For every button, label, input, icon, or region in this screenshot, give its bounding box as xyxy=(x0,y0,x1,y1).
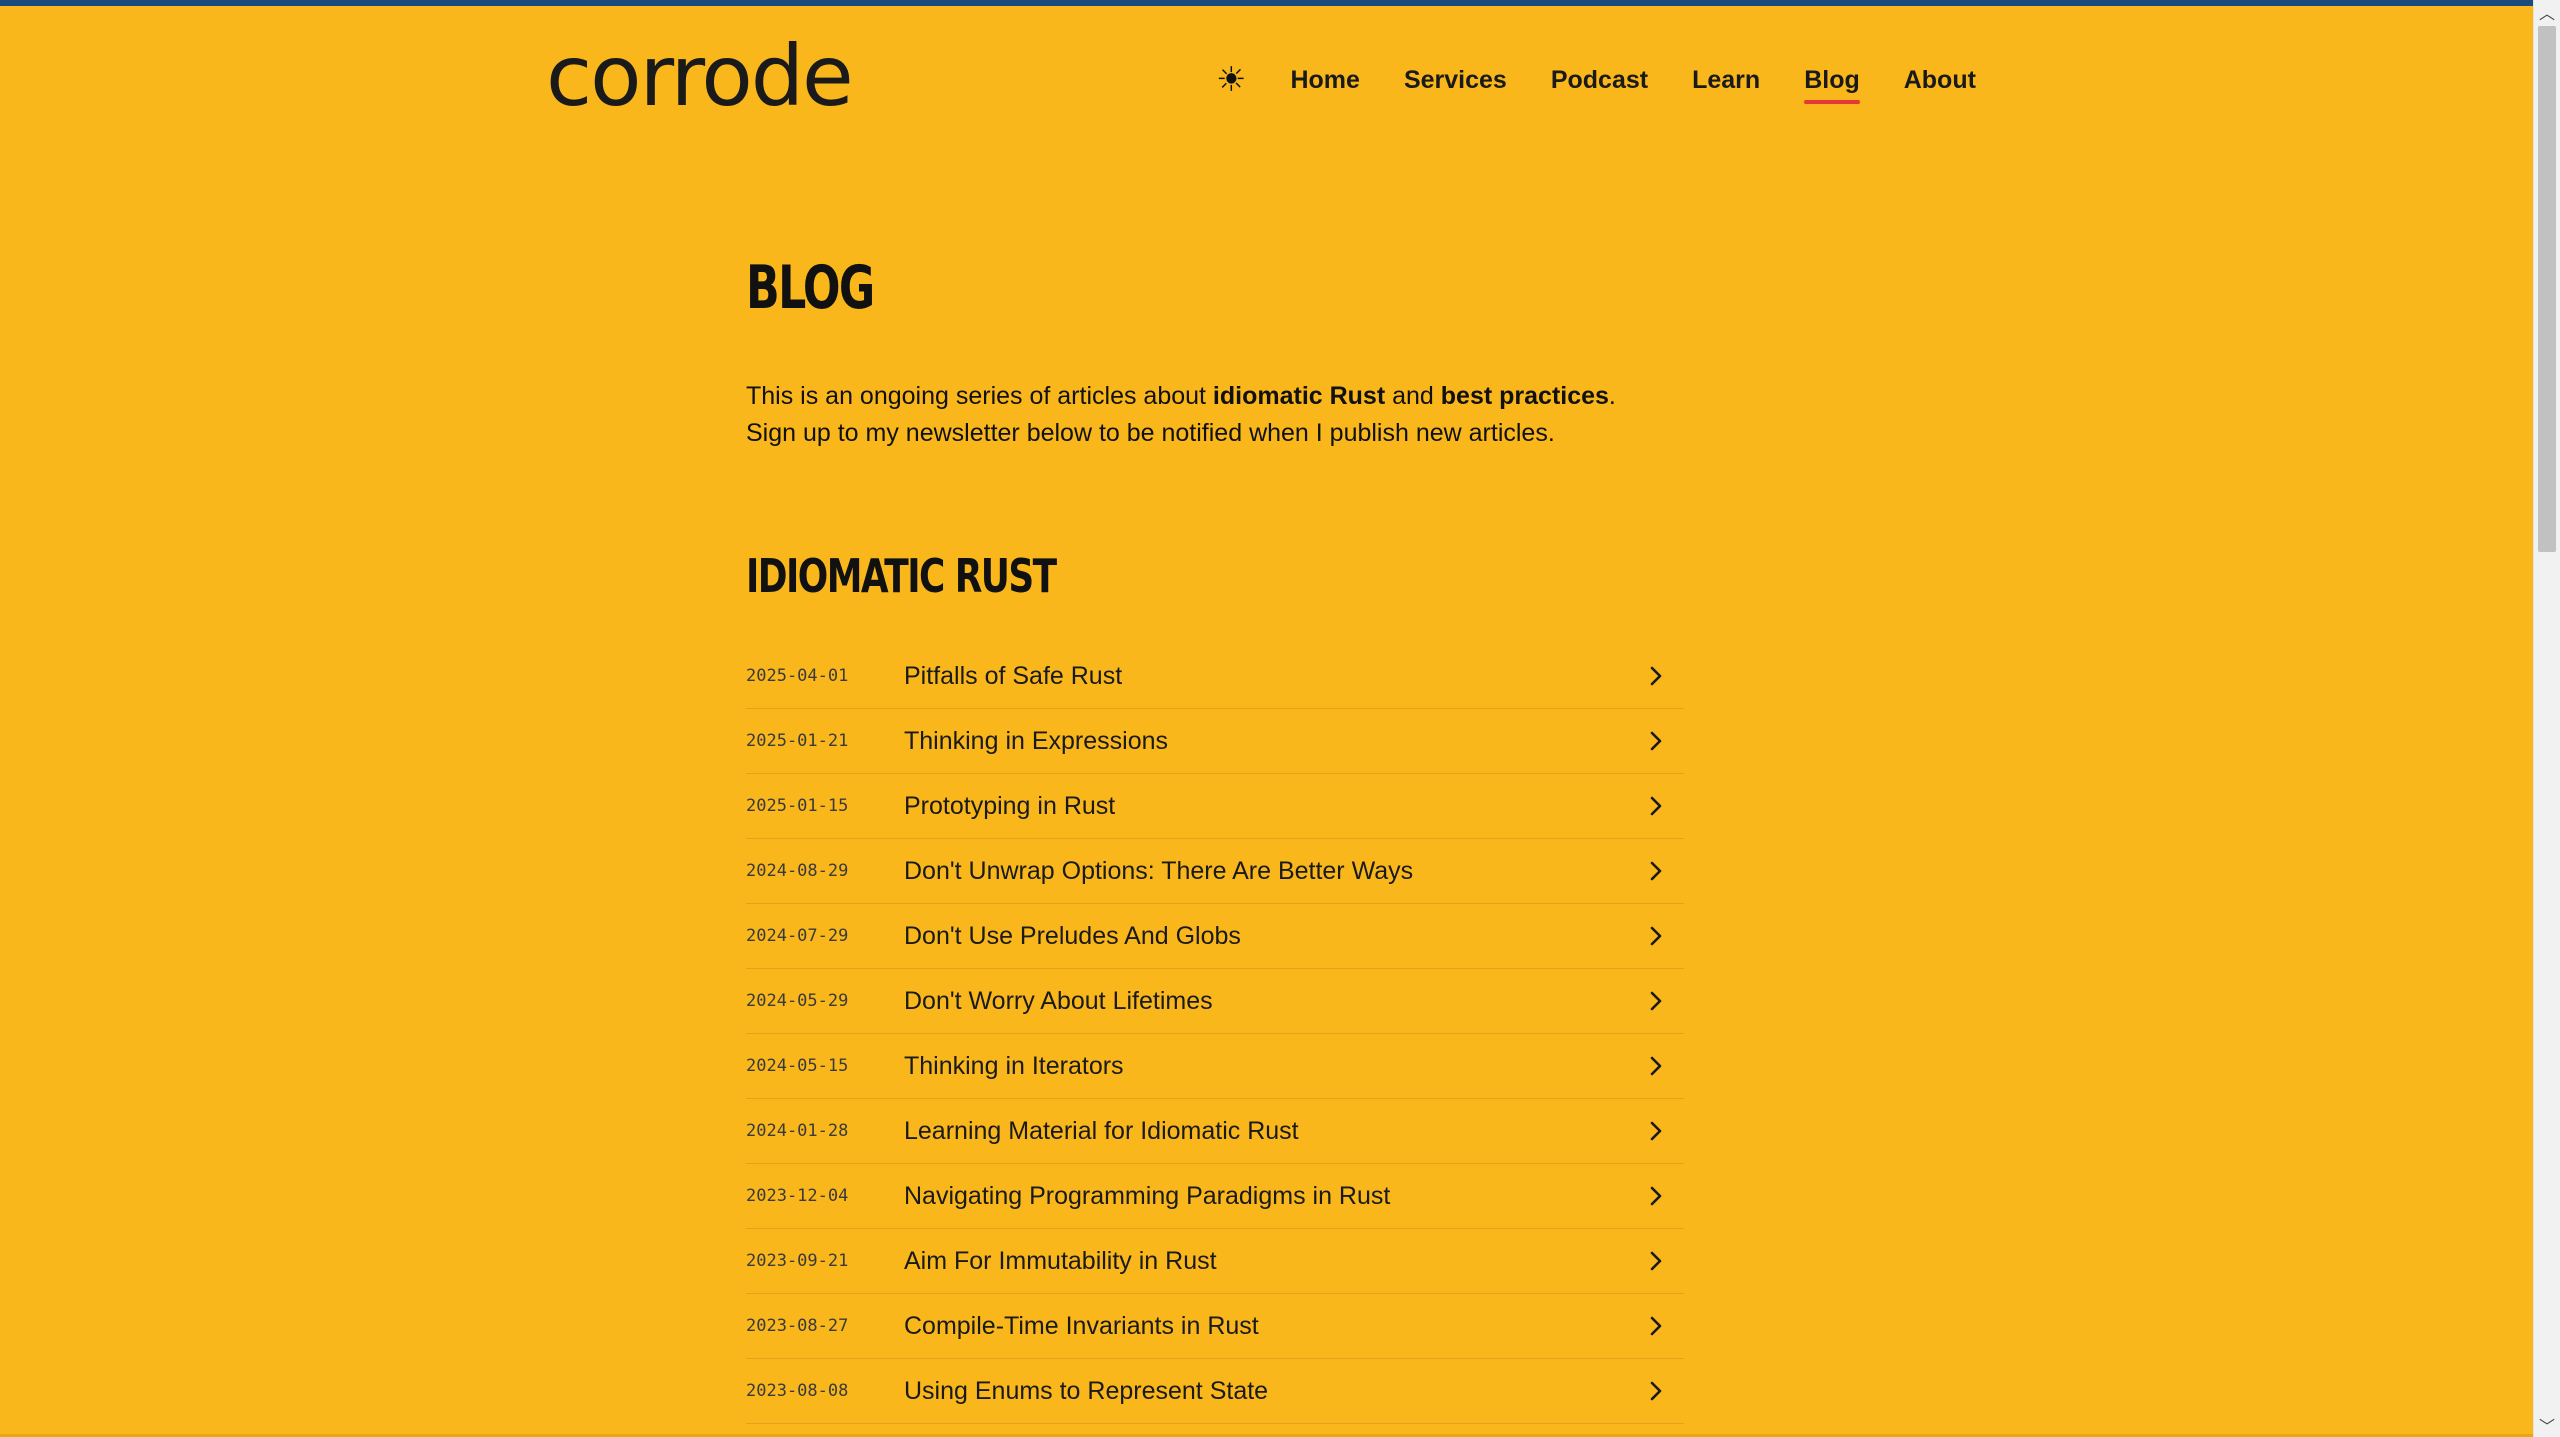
post-date: 2024-05-29 xyxy=(746,991,849,1012)
post-date: 2023-09-21 xyxy=(746,1251,849,1272)
chevron-right-icon xyxy=(1650,731,1662,751)
scroll-up-icon[interactable]: ︿ xyxy=(2534,0,2560,24)
intro-part1: This is an ongoing series of articles ab… xyxy=(746,382,1213,410)
post-list: 2025-04-01 Pitfalls of Safe Rust 2025-01-2… xyxy=(746,644,1684,1425)
post-date: 2024-01-28 xyxy=(746,1121,849,1142)
intro-line2: Sign up to my newsletter below to be not… xyxy=(746,419,1555,447)
post-date: 2025-01-21 xyxy=(746,731,849,752)
nav-home[interactable]: Home xyxy=(1290,60,1359,100)
post-date: 2023-08-27 xyxy=(746,1316,849,1337)
site-logo[interactable]: corrode xyxy=(546,26,854,126)
post-row[interactable]: 2023-09-21 Aim For Immutability in Rust xyxy=(746,1229,1684,1295)
post-row[interactable]: 2024-07-29 Don't Use Preludes And Globs xyxy=(746,904,1684,970)
post-row[interactable]: 2024-05-15 Thinking in Iterators xyxy=(746,1034,1684,1100)
scroll-down-icon[interactable]: ﹀ xyxy=(2534,1413,2560,1437)
chevron-right-icon xyxy=(1650,666,1662,686)
scroll-thumb[interactable] xyxy=(2538,26,2556,552)
nav-learn[interactable]: Learn xyxy=(1692,60,1760,100)
post-date: 2024-07-29 xyxy=(746,926,849,947)
post-title-link[interactable]: Pitfalls of Safe Rust xyxy=(904,662,1644,691)
post-date: 2024-05-15 xyxy=(746,1056,849,1077)
post-row[interactable]: 2024-05-29 Don't Worry About Lifetimes xyxy=(746,969,1684,1035)
intro-part2: and xyxy=(1385,382,1441,410)
post-title-link[interactable]: Prototyping in Rust xyxy=(904,792,1644,821)
main-content: BLOG This is an ongoing series of articl… xyxy=(746,248,1684,1425)
chevron-right-icon xyxy=(1650,1251,1662,1271)
post-title-link[interactable]: Thinking in Iterators xyxy=(904,1052,1644,1081)
intro-text: This is an ongoing series of articles ab… xyxy=(746,378,1684,452)
post-date: 2025-01-15 xyxy=(746,796,849,817)
post-title-link[interactable]: Compile-Time Invariants in Rust xyxy=(904,1312,1644,1341)
post-title-link[interactable]: Don't Unwrap Options: There Are Better W… xyxy=(904,857,1644,886)
post-date: 2025-04-01 xyxy=(746,666,849,687)
post-title-link[interactable]: Thinking in Expressions xyxy=(904,727,1644,756)
intro-bold-best-practices: best practices xyxy=(1440,382,1609,410)
post-row[interactable]: 2023-08-08 Using Enums to Represent State xyxy=(746,1359,1684,1425)
chevron-right-icon xyxy=(1650,926,1662,946)
top-accent-bar xyxy=(0,0,2533,6)
nav-blog[interactable]: Blog xyxy=(1804,60,1860,104)
post-date: 2023-12-04 xyxy=(746,1186,849,1207)
page-title: BLOG xyxy=(746,253,875,323)
intro-part3: . xyxy=(1608,382,1616,410)
post-title-link[interactable]: Navigating Programming Paradigms in Rust xyxy=(904,1182,1644,1211)
chevron-right-icon xyxy=(1650,861,1662,881)
sun-icon[interactable]: ☀ xyxy=(1216,60,1246,100)
nav-podcast[interactable]: Podcast xyxy=(1551,60,1648,100)
chevron-right-icon xyxy=(1650,991,1662,1011)
scrollbar[interactable]: ︿ ﹀ xyxy=(2533,0,2560,1437)
post-title-link[interactable]: Don't Use Preludes And Globs xyxy=(904,922,1644,951)
post-row[interactable]: 2024-08-29 Don't Unwrap Options: There Ar… xyxy=(746,839,1684,905)
post-row[interactable]: 2025-01-21 Thinking in Expressions xyxy=(746,709,1684,775)
post-row[interactable]: 2024-01-28 Learning Material for Idiomati… xyxy=(746,1099,1684,1165)
nav-about[interactable]: About xyxy=(1904,60,1976,100)
post-title-link[interactable]: Aim For Immutability in Rust xyxy=(904,1247,1644,1276)
main-nav: ☀ Home Services Podcast Learn Blog About xyxy=(1216,60,2020,104)
post-row[interactable]: 2023-12-04 Navigating Programming Paradig… xyxy=(746,1164,1684,1230)
intro-bold-idiomatic: idiomatic Rust xyxy=(1212,382,1386,410)
post-row[interactable]: 2025-01-15 Prototyping in Rust xyxy=(746,774,1684,840)
post-title-link[interactable]: Learning Material for Idiomatic Rust xyxy=(904,1117,1644,1146)
section-title: IDIOMATIC RUST xyxy=(746,549,1057,603)
post-row[interactable]: 2025-04-01 Pitfalls of Safe Rust xyxy=(746,644,1684,710)
chevron-right-icon xyxy=(1650,796,1662,816)
post-row[interactable]: 2023-08-27 Compile-Time Invariants in Rus… xyxy=(746,1294,1684,1360)
chevron-right-icon xyxy=(1650,1121,1662,1141)
chevron-right-icon xyxy=(1650,1381,1662,1401)
nav-services[interactable]: Services xyxy=(1404,60,1507,100)
chevron-right-icon xyxy=(1650,1056,1662,1076)
post-title-link[interactable]: Using Enums to Represent State xyxy=(904,1377,1644,1406)
post-title-link[interactable]: Don't Worry About Lifetimes xyxy=(904,987,1644,1016)
post-date: 2024-08-29 xyxy=(746,861,849,882)
post-date: 2023-08-08 xyxy=(746,1381,849,1402)
chevron-right-icon xyxy=(1650,1316,1662,1336)
chevron-right-icon xyxy=(1650,1186,1662,1206)
